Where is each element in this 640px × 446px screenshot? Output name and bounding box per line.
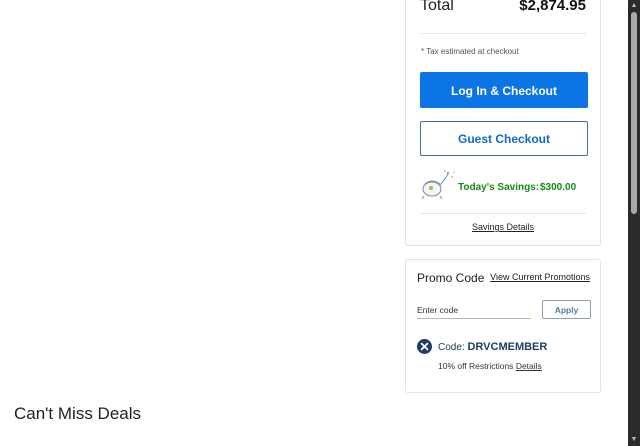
scroll-down-arrow-icon[interactable]: ▼ <box>630 436 638 444</box>
deals-heading: Can't Miss Deals <box>14 404 142 423</box>
scroll-thumb[interactable] <box>631 12 637 214</box>
order-summary-card: Total $2,874.95 * Tax estimated at check… <box>405 0 601 246</box>
total-label: Total <box>420 0 454 14</box>
code-prefix: Code: <box>438 342 465 353</box>
savings-pixie-dust-icon <box>421 170 455 200</box>
divider <box>420 33 586 34</box>
savings-details-link[interactable]: Savings Details <box>406 222 600 232</box>
close-circle-icon[interactable] <box>417 339 432 354</box>
savings-label: Today's Savings: <box>458 182 540 193</box>
applied-code: Code: DRVCMEMBER <box>438 341 547 353</box>
restriction-text: 10% off Restrictions <box>438 361 514 371</box>
divider <box>420 213 586 214</box>
guest-checkout-button[interactable]: Guest Checkout <box>420 121 588 156</box>
restriction-note: 10% off Restrictions Details <box>438 361 542 371</box>
scrollbar[interactable]: ▲ ▼ <box>628 0 640 446</box>
scroll-up-arrow-icon[interactable]: ▲ <box>630 2 638 10</box>
savings-value: $300.00 <box>540 182 577 193</box>
restriction-details-link[interactable]: Details <box>516 361 542 371</box>
promo-code-card: Promo Code View Current Promotions Apply… <box>405 259 601 393</box>
tax-note: * Tax estimated at checkout <box>421 47 519 56</box>
login-checkout-button[interactable]: Log In & Checkout <box>420 72 588 108</box>
promo-code-title: Promo Code <box>417 271 485 285</box>
promo-code-input[interactable] <box>417 301 531 319</box>
total-value: $2,874.95 <box>519 0 586 14</box>
total-row: Total $2,874.95 <box>420 0 586 21</box>
code-value: DRVCMEMBER <box>467 341 548 353</box>
apply-button[interactable]: Apply <box>542 300 591 319</box>
view-promotions-link[interactable]: View Current Promotions <box>490 272 590 282</box>
